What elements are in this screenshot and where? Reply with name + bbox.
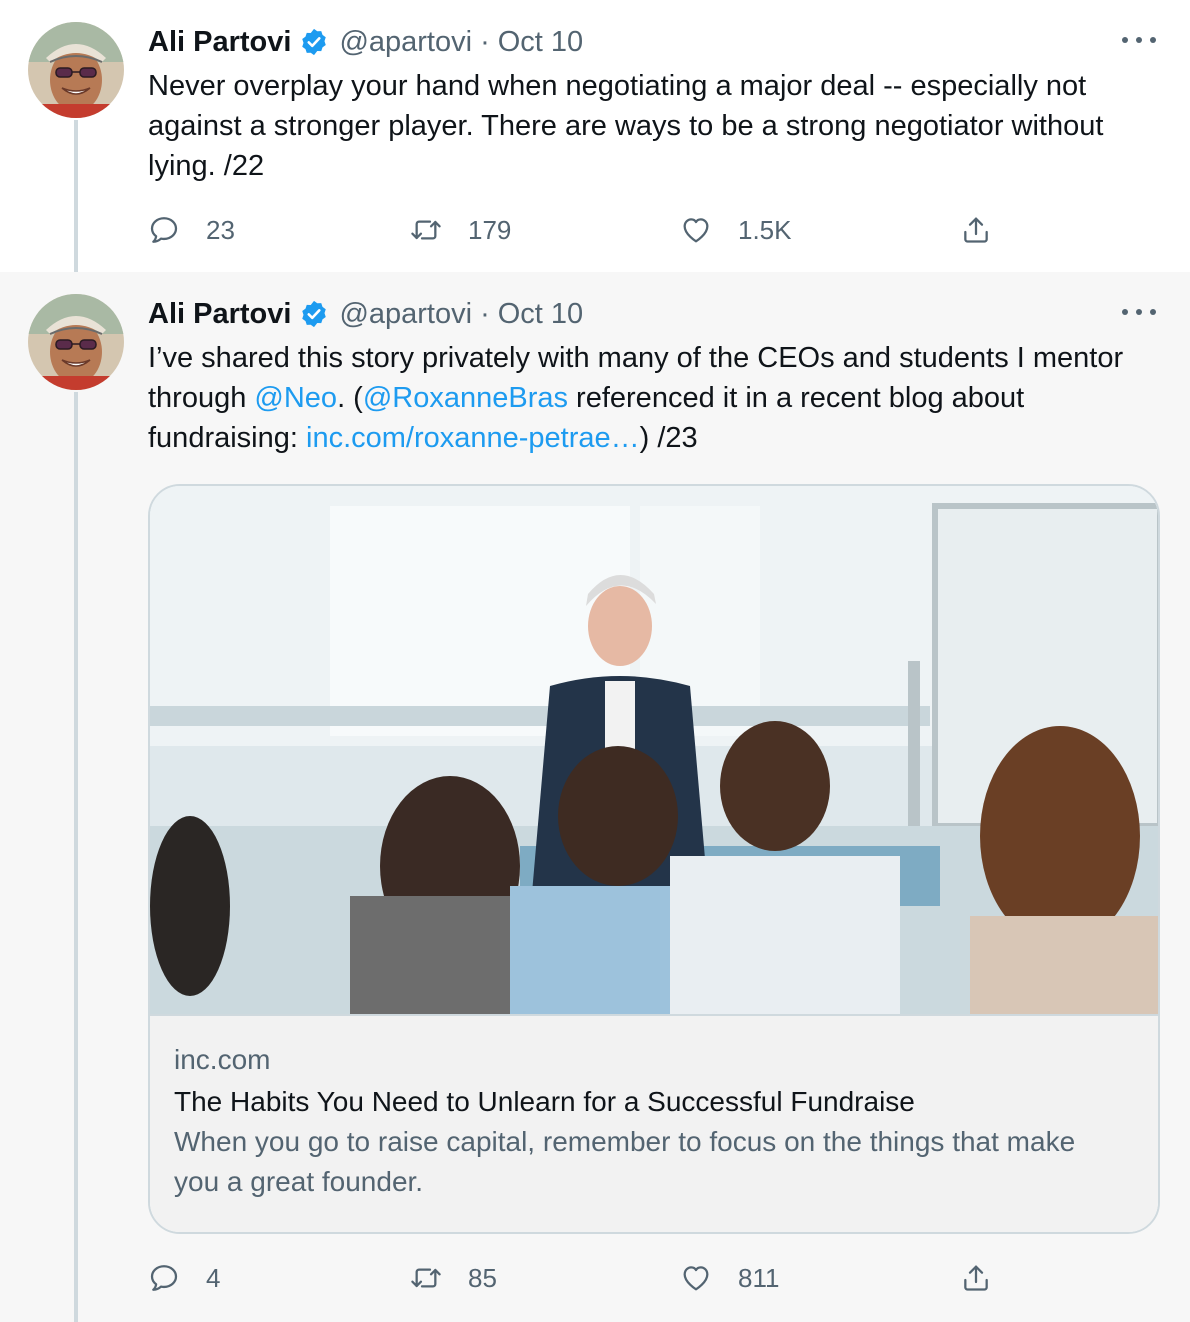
separator-dot: · <box>480 25 490 58</box>
more-options-icon[interactable] <box>1122 30 1156 50</box>
like-count: 1.5K <box>738 214 792 245</box>
tweet-header: Ali Partovi @apartovi · Oct 10 <box>148 24 583 60</box>
share-icon <box>960 1262 992 1294</box>
retweet-button[interactable]: 179 <box>410 210 511 250</box>
tweet[interactable]: Ali Partovi @apartovi · Oct 10 Never ove… <box>0 0 1190 272</box>
share-button[interactable] <box>960 1258 992 1298</box>
tweet-actions: 23 179 1.5K <box>148 210 1008 250</box>
reply-icon <box>148 1262 180 1294</box>
author-name[interactable]: Ali Partovi <box>148 298 291 331</box>
mention-link[interactable]: @Neo <box>254 382 337 414</box>
like-button[interactable]: 811 <box>680 1258 779 1298</box>
mention-link[interactable]: @RoxanneBras <box>363 382 568 414</box>
reply-count: 4 <box>206 1262 221 1293</box>
author-name[interactable]: Ali Partovi <box>148 26 291 59</box>
retweet-count: 179 <box>468 214 512 245</box>
author-handle[interactable]: @apartovi <box>339 26 472 59</box>
tweet-header: Ali Partovi @apartovi · Oct 10 <box>148 296 583 332</box>
link-preview-card[interactable]: inc.com The Habits You Need to Unlearn f… <box>148 484 1160 1234</box>
reply-count: 23 <box>206 214 235 245</box>
tweet-date[interactable]: Oct 10 <box>498 26 583 59</box>
like-count: 811 <box>738 1262 780 1293</box>
more-options-icon[interactable] <box>1122 302 1156 322</box>
thread-line <box>74 120 78 272</box>
retweet-icon <box>410 214 442 246</box>
text-segment: ) /23 <box>639 422 698 454</box>
text-segment: . ( <box>337 382 363 414</box>
separator-dot: · <box>480 297 490 330</box>
tweet-text: Never overplay your hand when negotiatin… <box>148 70 1104 182</box>
card-info: inc.com The Habits You Need to Unlearn f… <box>150 1016 1158 1232</box>
verified-badge-icon <box>299 299 329 329</box>
retweet-count: 85 <box>468 1262 497 1293</box>
tweet-actions: 4 85 811 <box>148 1258 1008 1298</box>
share-button[interactable] <box>960 210 992 250</box>
card-domain: inc.com <box>174 1044 271 1075</box>
verified-badge-icon <box>299 27 329 57</box>
card-image <box>150 486 1158 1016</box>
like-icon <box>680 1262 712 1294</box>
like-button[interactable]: 1.5K <box>680 210 792 250</box>
reply-button[interactable]: 4 <box>148 1258 220 1298</box>
avatar[interactable] <box>28 294 124 390</box>
retweet-icon <box>410 1262 442 1294</box>
tweet-date[interactable]: Oct 10 <box>498 298 583 331</box>
tweet[interactable]: Ali Partovi @apartovi · Oct 10 I’ve shar… <box>0 272 1190 1322</box>
tweet-text: I’ve shared this story privately with ma… <box>148 338 1158 458</box>
reply-icon <box>148 214 180 246</box>
url-link[interactable]: inc.com/roxanne-petrae… <box>306 422 640 454</box>
thread-line <box>74 392 78 1322</box>
retweet-button[interactable]: 85 <box>410 1258 497 1298</box>
card-title: The Habits You Need to Unlearn for a Suc… <box>174 1086 915 1117</box>
share-icon <box>960 214 992 246</box>
card-description: When you go to raise capital, remember t… <box>174 1126 1076 1197</box>
reply-button[interactable]: 23 <box>148 210 235 250</box>
author-handle[interactable]: @apartovi <box>339 298 472 331</box>
like-icon <box>680 214 712 246</box>
avatar[interactable] <box>28 22 124 118</box>
